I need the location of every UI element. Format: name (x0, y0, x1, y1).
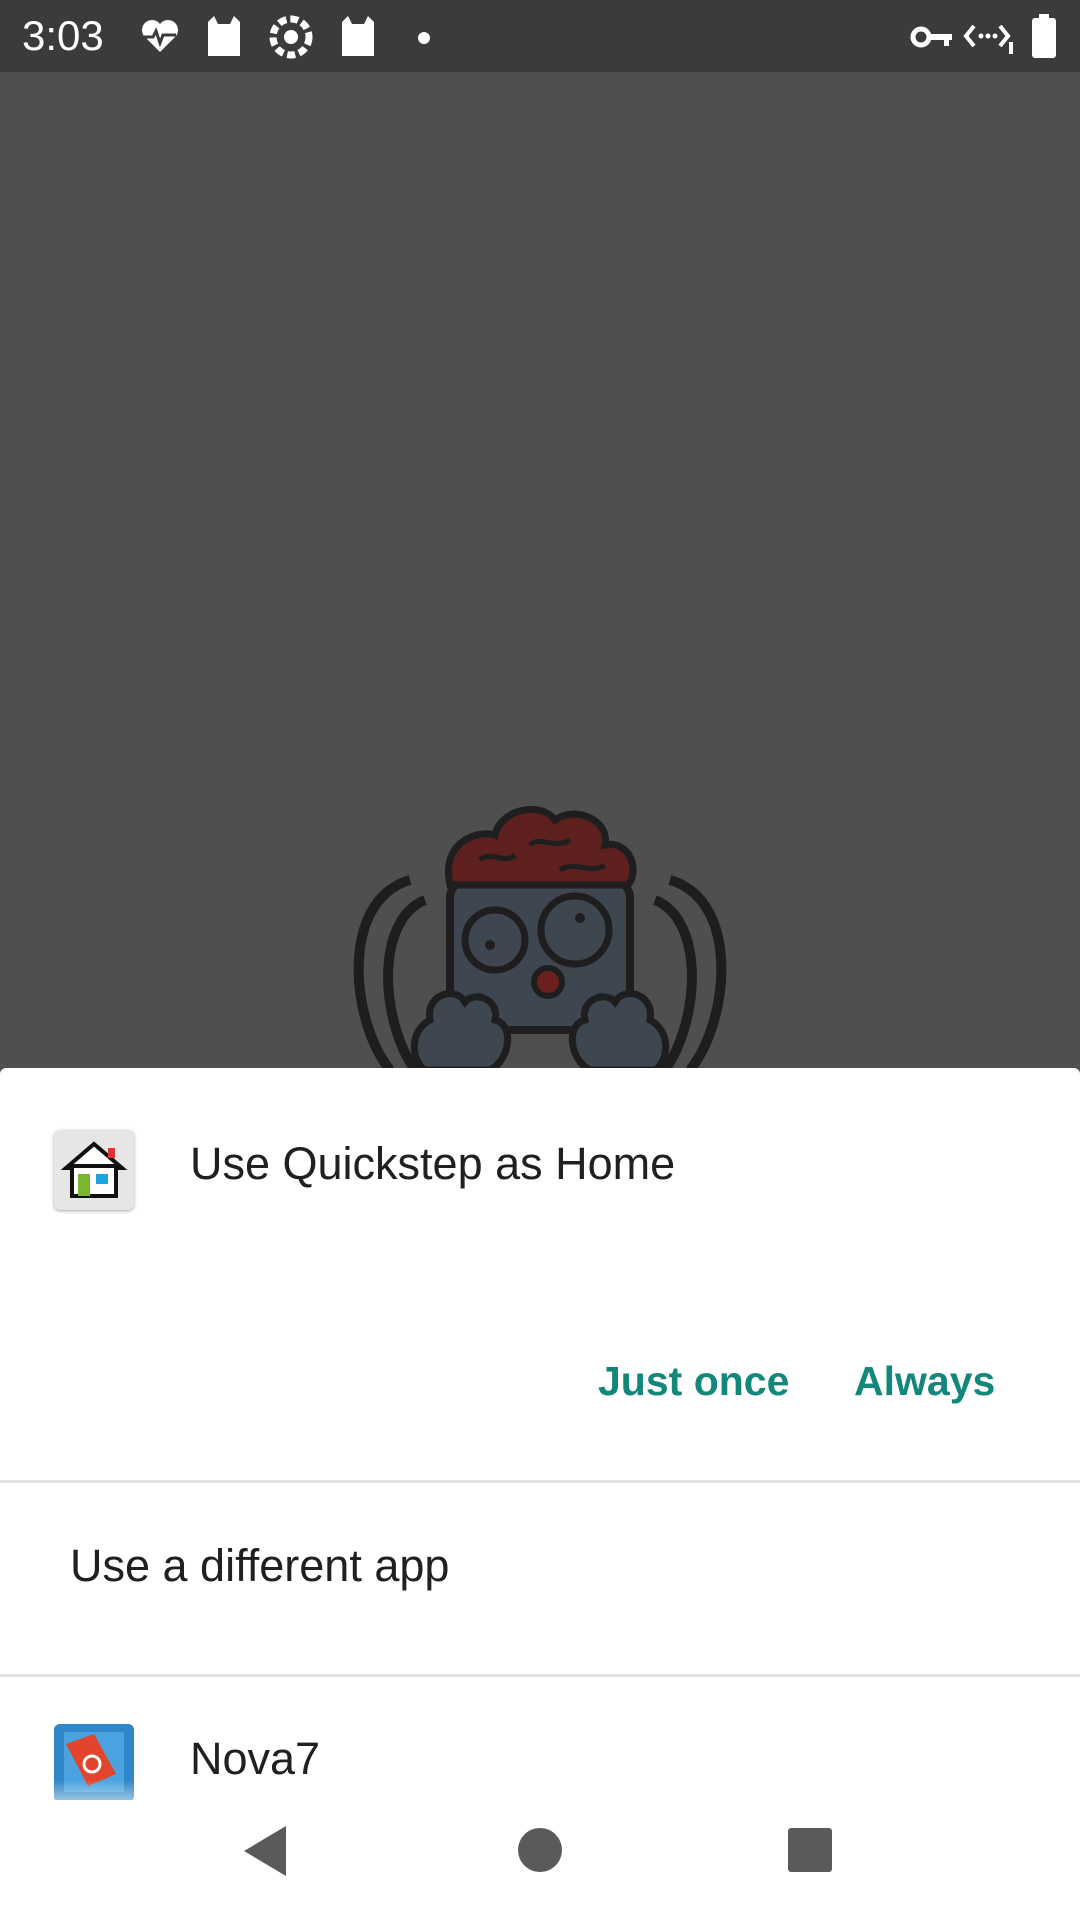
divider (0, 1674, 1080, 1677)
heart-pulse-icon (142, 20, 178, 52)
home-circle-icon[interactable] (514, 1824, 566, 1876)
divider (0, 1480, 1080, 1483)
cat-icon (208, 16, 240, 56)
vpn-key-icon (910, 26, 952, 48)
recents-square-icon[interactable] (786, 1824, 834, 1876)
home-launcher-icon (60, 1141, 128, 1198)
battery-icon (1032, 14, 1056, 58)
navigation-bar (0, 1800, 1080, 1920)
cat-icon (342, 16, 374, 56)
dot-icon (418, 32, 430, 44)
dialog-title: Use Quickstep as Home (190, 1138, 676, 1189)
quickstep-app-icon (54, 1130, 134, 1210)
just-once-button[interactable]: Just once (598, 1358, 789, 1405)
nova7-app-label[interactable]: Nova7 (190, 1733, 320, 1785)
use-different-app-heading: Use a different app (70, 1540, 450, 1591)
status-time: 3:03 (22, 12, 104, 59)
data-transfer-icon (963, 24, 1013, 54)
sync-gear-icon (269, 15, 313, 59)
zombie-mascot-illustration (353, 805, 727, 1070)
back-triangle-icon[interactable] (240, 1824, 290, 1878)
status-bar: 3:03 (0, 0, 1080, 72)
always-button[interactable]: Always (854, 1358, 995, 1405)
